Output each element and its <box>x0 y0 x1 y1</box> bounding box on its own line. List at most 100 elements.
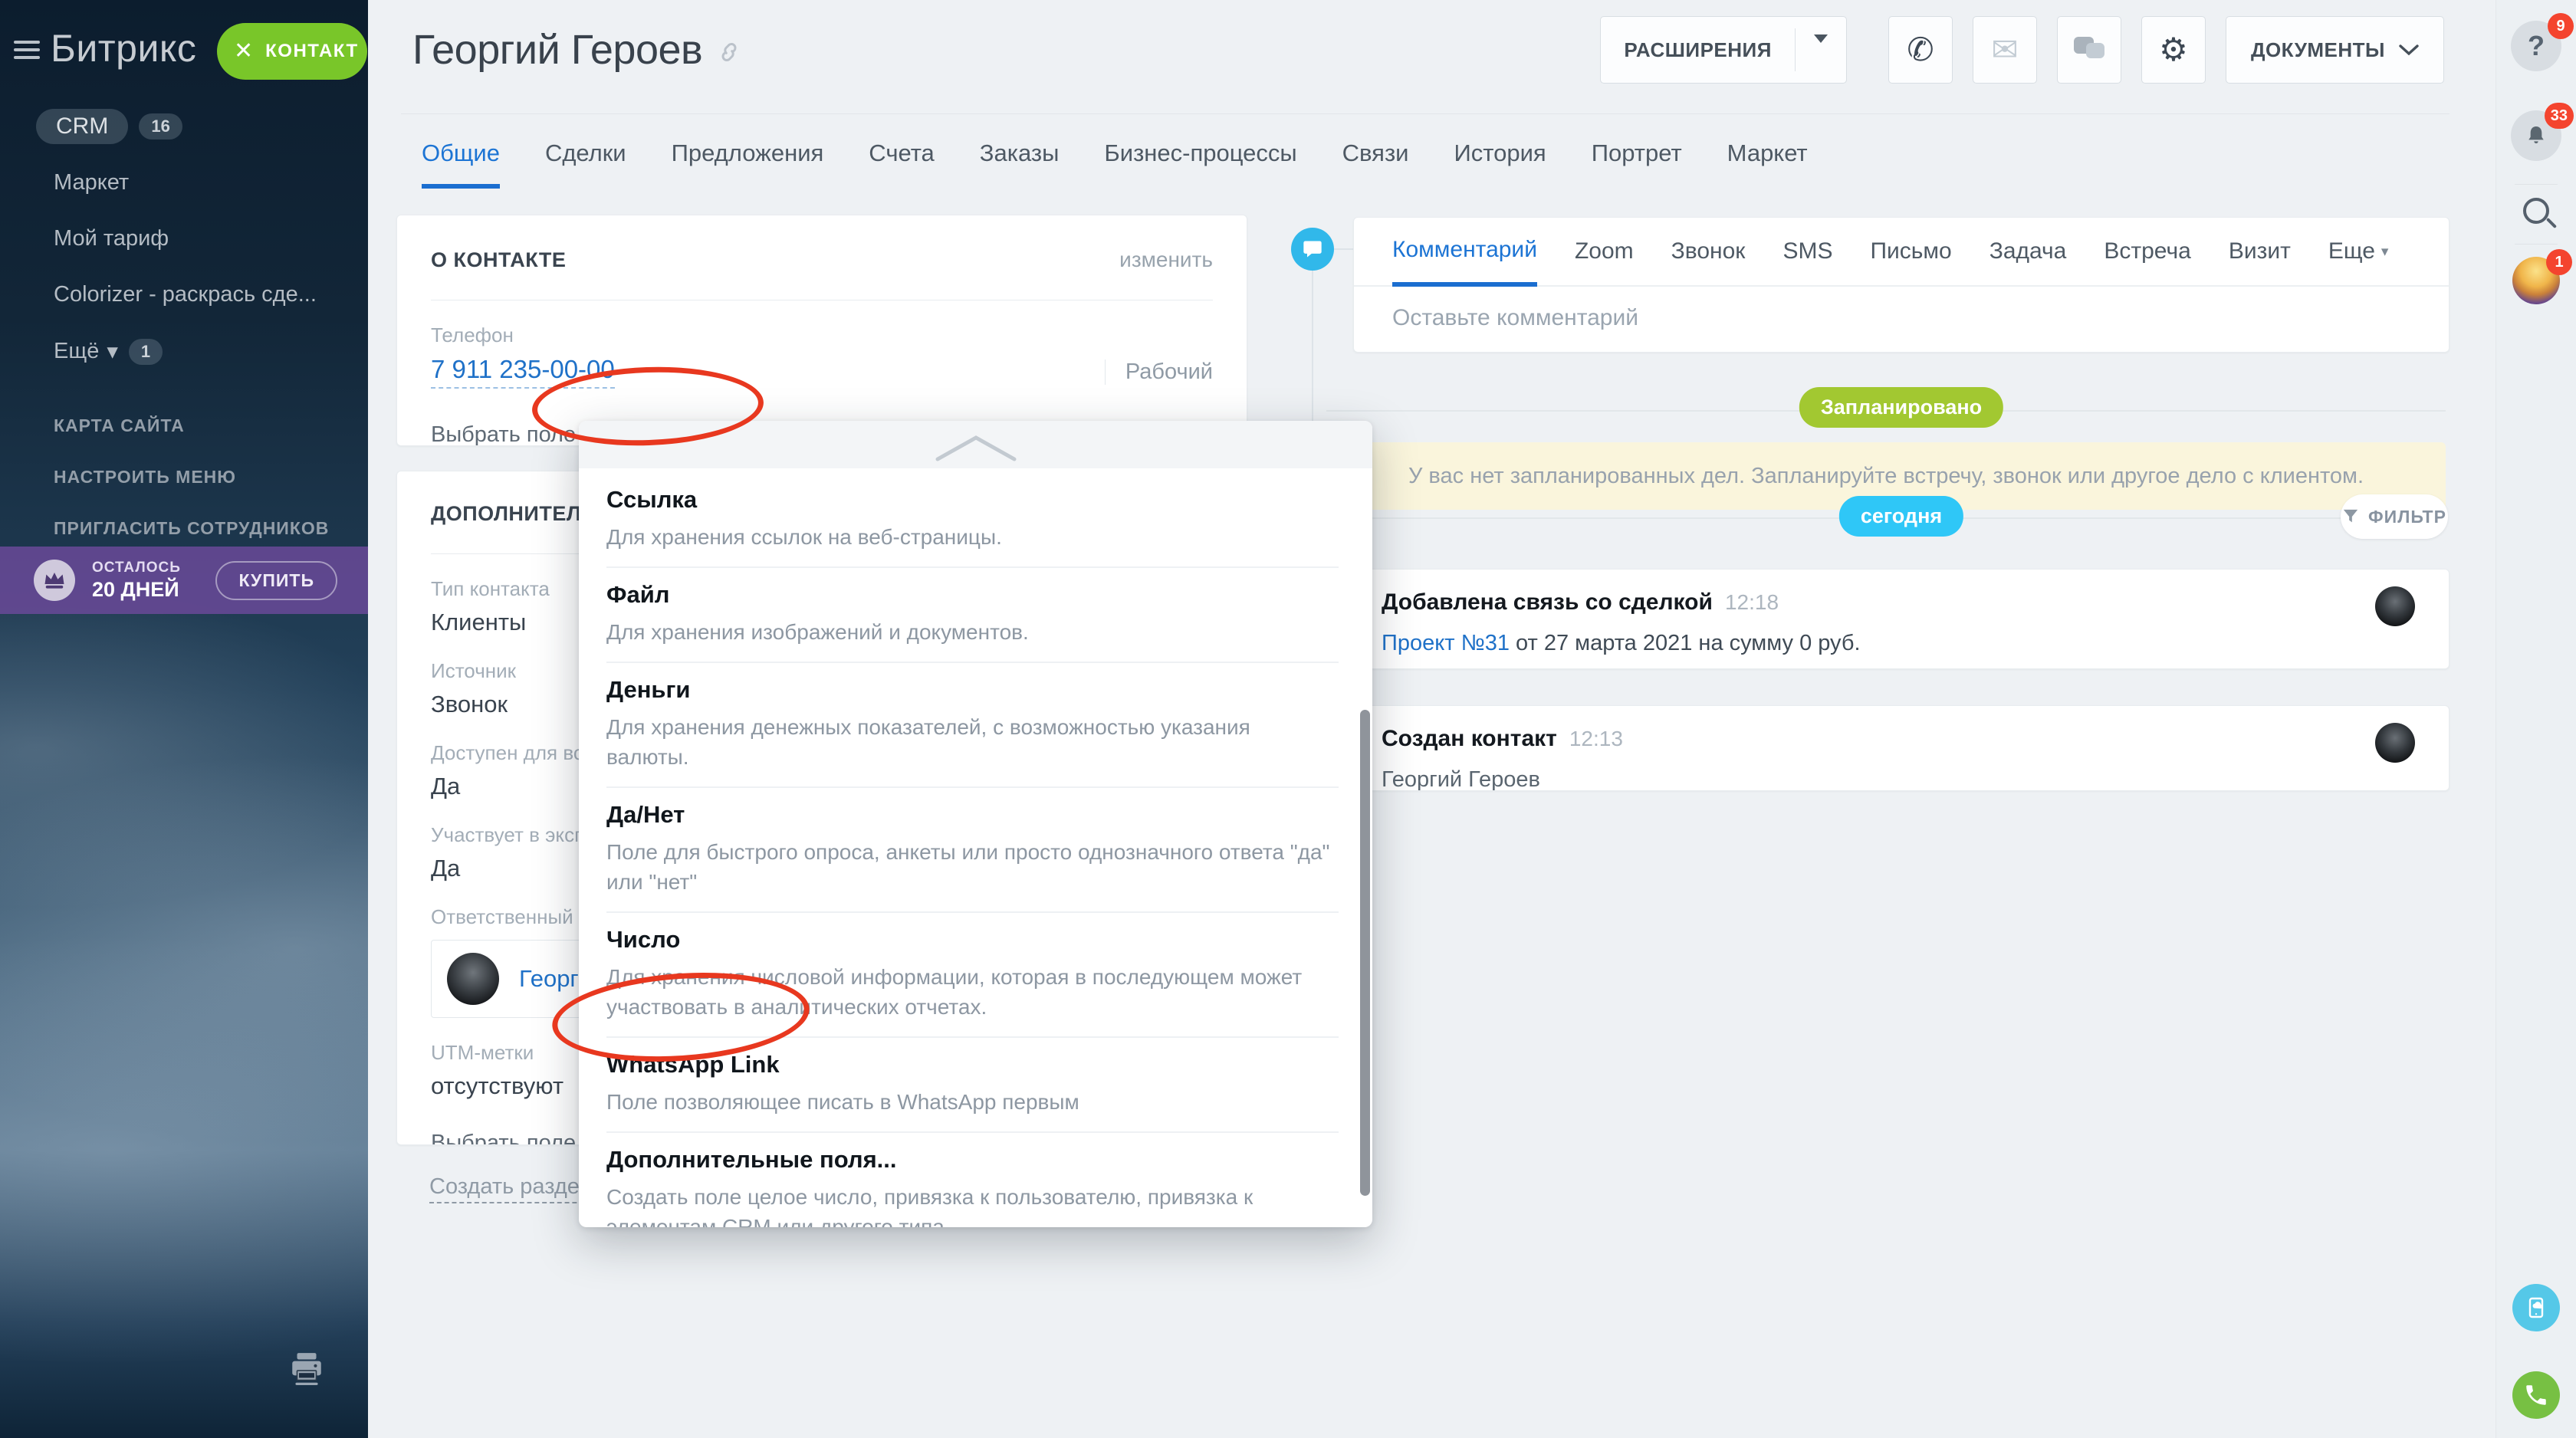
search-icon <box>2523 198 2549 224</box>
mobile-app-button[interactable] <box>2512 1284 2560 1331</box>
tab-market[interactable]: Маркет <box>1727 140 1808 189</box>
tab-invoices[interactable]: Счета <box>869 140 935 189</box>
search-button[interactable] <box>2523 198 2549 224</box>
telephony-button[interactable] <box>2512 1371 2560 1419</box>
option-whatsapp-link[interactable]: WhatsApp Link Поле позволяющее писать в … <box>606 1038 1339 1133</box>
deal-link[interactable]: Проект №31 <box>1382 631 1510 655</box>
sidebar-item-market[interactable]: Маркет <box>36 170 353 195</box>
option-desc: Для хранения денежных показателей, с воз… <box>606 712 1339 772</box>
divider <box>2515 244 2558 245</box>
call-button[interactable]: ✆ <box>1888 16 1953 84</box>
tab-deals[interactable]: Сделки <box>545 140 626 189</box>
mail-icon: ✉ <box>1991 34 2018 66</box>
sidebar-link-invite-employees[interactable]: ПРИГЛАСИТЬ СОТРУДНИКОВ <box>54 518 353 539</box>
option-money[interactable]: Деньги Для хранения денежных показателей… <box>606 663 1339 788</box>
trial-days-left: 20 ДНЕЙ <box>92 578 215 602</box>
comment-input[interactable]: Оставьте комментарий <box>1354 287 2449 350</box>
option-title: Да/Нет <box>606 801 1339 829</box>
notifications-button[interactable]: 33 <box>2511 110 2561 161</box>
sidebar-link-configure-menu[interactable]: НАСТРОИТЬ МЕНЮ <box>54 467 353 488</box>
tab-visit[interactable]: Визит <box>2229 217 2291 286</box>
tab-business-processes[interactable]: Бизнес-процессы <box>1104 140 1296 189</box>
copy-link-icon[interactable] <box>718 26 741 74</box>
bell-icon <box>2524 123 2548 148</box>
entity-tabs: Общие Сделки Предложения Счета Заказы Би… <box>422 140 1808 189</box>
create-section-link[interactable]: Создать раздел <box>429 1174 592 1203</box>
printer-icon[interactable] <box>288 1351 326 1390</box>
sidebar-link-sitemap[interactable]: КАРТА САЙТА <box>54 415 353 436</box>
activity-tabs: Комментарий Zoom Звонок SMS Письмо Задач… <box>1354 218 2449 287</box>
crown-icon <box>34 560 75 601</box>
comment-stream-icon[interactable] <box>1291 228 1334 271</box>
settings-button[interactable]: ⚙ <box>2141 16 2206 84</box>
tab-sms[interactable]: SMS <box>1783 217 1832 286</box>
right-rail: ? 9 33 1 <box>2496 0 2576 1438</box>
section-title: О КОНТАКТЕ <box>431 248 566 272</box>
extensions-button[interactable]: РАСШИРЕНИЯ <box>1600 16 1847 84</box>
chevron-down-icon <box>2399 44 2419 56</box>
profile-badge: 1 <box>2546 249 2572 275</box>
chat-button[interactable] <box>2057 16 2121 84</box>
option-file[interactable]: Файл Для хранения изображений и документ… <box>606 568 1339 663</box>
today-badge[interactable]: сегодня <box>1839 496 1963 537</box>
tab-letter[interactable]: Письмо <box>1870 217 1951 286</box>
extensions-dropdown-arrow[interactable] <box>1796 43 1846 57</box>
timeline-entry[interactable]: Создан контакт 12:13 Георгий Героев <box>1353 705 2450 791</box>
tab-more[interactable]: Еще▾ <box>2328 217 2389 286</box>
header-divider <box>401 113 2450 114</box>
sidebar-item-tariff[interactable]: Мой тариф <box>36 226 353 251</box>
option-number[interactable]: Число Для хранения числовой информации, … <box>606 913 1339 1038</box>
contact-entity-button[interactable]: ✕ КОНТАКТ <box>217 23 367 80</box>
sidebar-menu: CRM 16 Маркет Мой тариф Colorizer - раск… <box>36 109 353 570</box>
documents-button[interactable]: ДОКУМЕНТЫ <box>2226 16 2444 84</box>
entry-title: Добавлена связь со сделкой <box>1382 589 1713 616</box>
page-title: Георгий Героев <box>412 26 741 74</box>
tab-quotes[interactable]: Предложения <box>672 140 824 189</box>
profile-button[interactable]: 1 <box>2512 257 2560 304</box>
option-yes-no[interactable]: Да/Нет Поле для быстрого опроса, анкеты … <box>606 788 1339 913</box>
entry-body: от 27 марта 2021 на сумму 0 руб. <box>1516 631 1861 655</box>
edit-link[interactable]: изменить <box>1119 248 1213 272</box>
tab-orders[interactable]: Заказы <box>980 140 1060 189</box>
trial-remaining-label: ОСТАЛОСЬ <box>92 560 215 576</box>
tab-general[interactable]: Общие <box>422 140 500 189</box>
option-title: Ссылка <box>606 486 1339 514</box>
email-button[interactable]: ✉ <box>1973 16 2037 84</box>
option-link[interactable]: Ссылка Для хранения ссылок на веб-страни… <box>606 473 1339 568</box>
tab-task[interactable]: Задача <box>1990 217 2067 286</box>
tab-relations[interactable]: Связи <box>1342 140 1409 189</box>
filter-button[interactable]: ФИЛЬТР <box>2341 494 2448 539</box>
sidebar-item-colorizer[interactable]: Colorizer - раскрась сде... <box>36 282 353 307</box>
option-additional-fields[interactable]: Дополнительные поля... Создать поле цело… <box>606 1133 1339 1227</box>
chevron-down-icon: ▾ <box>2381 243 2389 261</box>
close-icon[interactable]: ✕ <box>234 40 253 63</box>
tab-meeting[interactable]: Встреча <box>2104 217 2190 286</box>
sidebar-item-more[interactable]: Ещё <box>54 339 99 364</box>
timeline-entry[interactable]: Добавлена связь со сделкой 12:18 Проект … <box>1353 569 2450 669</box>
avatar <box>2375 586 2415 626</box>
tab-call[interactable]: Звонок <box>1671 217 1746 286</box>
phone-icon: ✆ <box>1907 34 1934 66</box>
help-button[interactable]: ? 9 <box>2511 21 2561 71</box>
select-field-link[interactable]: Выбрать поле <box>431 1131 576 1145</box>
tab-comment[interactable]: Комментарий <box>1392 218 1537 287</box>
divider <box>2515 184 2558 185</box>
option-desc: Для хранения ссылок на веб-страницы. <box>606 522 1339 552</box>
tab-portrait[interactable]: Портрет <box>1592 140 1682 189</box>
tab-zoom[interactable]: Zoom <box>1575 217 1634 286</box>
more-counter-badge: 1 <box>129 339 163 365</box>
hamburger-menu-icon[interactable] <box>14 41 40 61</box>
phone-icon <box>2523 1382 2549 1408</box>
sidebar-item-crm[interactable]: CRM <box>36 109 128 144</box>
select-field-link[interactable]: Выбрать поле <box>431 422 576 446</box>
contact-entity-label: КОНТАКТ <box>265 41 359 62</box>
phone-value-link[interactable]: 7 911 235-00-00 <box>431 355 615 389</box>
gear-icon: ⚙ <box>2159 34 2188 66</box>
popup-scrollbar[interactable] <box>1360 710 1370 1196</box>
chevron-down-icon: ▾ <box>107 338 118 365</box>
option-desc: Поле позволяющее писать в WhatsApp первы… <box>606 1087 1339 1117</box>
buy-button[interactable]: КУПИТЬ <box>215 561 337 600</box>
planned-badge: Запланировано <box>1799 387 2003 428</box>
tab-history[interactable]: История <box>1454 140 1546 189</box>
funnel-icon <box>2342 508 2359 525</box>
